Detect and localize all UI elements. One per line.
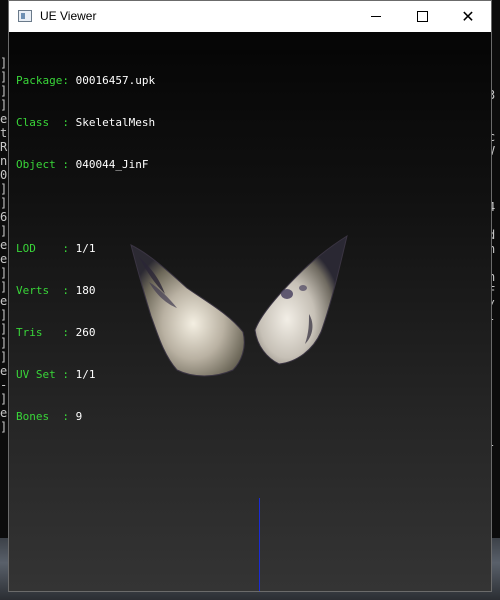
maximize-button[interactable] (399, 1, 445, 32)
close-icon: ✕ (461, 6, 475, 26)
maximize-icon (416, 11, 428, 22)
skeletal-mesh-render (130, 234, 348, 377)
axis-line (259, 498, 260, 591)
window-title: UE Viewer (40, 9, 97, 23)
left-ear-mesh (130, 244, 245, 377)
right-ear-mesh (254, 234, 348, 365)
app-icon (18, 10, 32, 22)
minimize-icon (371, 16, 381, 17)
title-bar[interactable]: UE Viewer ✕ (9, 1, 491, 32)
ue-viewer-window: UE Viewer ✕ Package: 00016457.upk Class … (8, 0, 492, 592)
close-button[interactable]: ✕ (445, 1, 491, 32)
minimize-button[interactable] (353, 1, 399, 32)
3d-viewport[interactable]: Package: 00016457.upk Class : SkeletalMe… (9, 32, 491, 591)
